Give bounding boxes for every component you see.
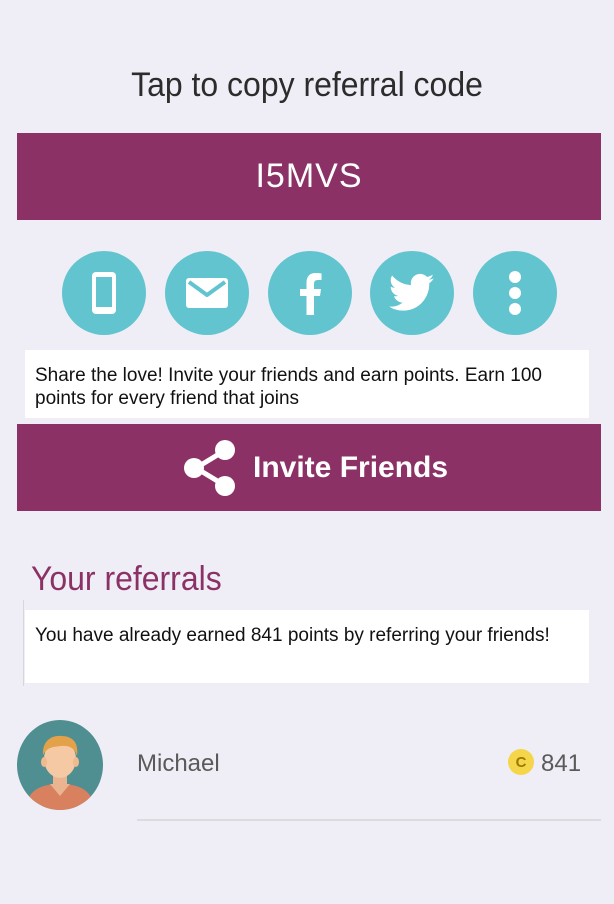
share-more-button[interactable] [473, 251, 557, 335]
referral-code: I5MVS [255, 157, 363, 195]
phone-icon [84, 269, 124, 317]
share-twitter-button[interactable] [370, 251, 454, 335]
share-options [0, 251, 614, 337]
share-sms-button[interactable] [62, 251, 146, 335]
share-email-button[interactable] [165, 251, 249, 335]
more-vertical-icon [508, 270, 522, 316]
facebook-icon [295, 271, 325, 315]
earned-points-message: You have already earned 841 points by re… [23, 600, 589, 686]
referral-code-button[interactable]: I5MVS [17, 133, 601, 220]
referral-points: 841 [541, 750, 582, 777]
email-icon [184, 276, 230, 310]
share-message: Share the love! Invite your friends and … [25, 350, 589, 418]
page-title: Tap to copy referral code [131, 66, 483, 104]
twitter-icon [389, 273, 435, 313]
referrals-heading: Your referrals [31, 560, 222, 598]
share-facebook-button[interactable] [268, 251, 352, 335]
referral-name: Michael [137, 750, 220, 777]
divider [137, 819, 601, 821]
avatar [17, 720, 103, 810]
invite-friends-button[interactable]: Invite Friends [17, 424, 601, 511]
share-icon [180, 437, 242, 504]
coin-icon: C [508, 749, 534, 775]
list-item[interactable]: Michael C 841 [0, 718, 614, 822]
invite-friends-label: Invite Friends [253, 450, 449, 484]
